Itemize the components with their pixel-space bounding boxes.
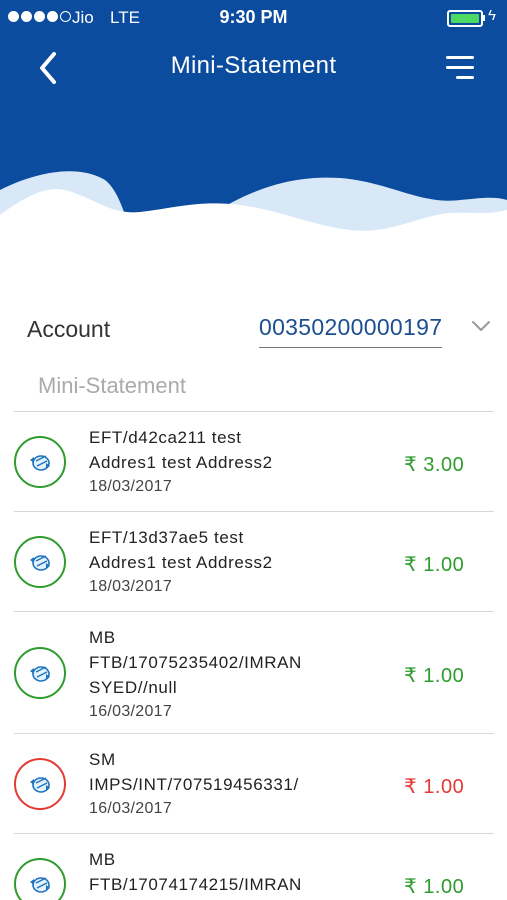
credit-money-icon: [14, 536, 66, 588]
transaction-amount: ₹ 1.00: [404, 665, 465, 687]
credit-money-icon: [14, 647, 66, 699]
debit-money-icon: [14, 758, 66, 810]
transaction-description: MB FTB/17074174215/IMRAN: [89, 850, 302, 894]
transaction-description: SM IMPS/INT/707519456331/: [89, 750, 299, 794]
transaction-description: EFT/13d37ae5 test Addres1 test Address2: [89, 528, 273, 572]
transaction-description: MB FTB/17075235402/IMRAN SYED//null: [89, 628, 302, 697]
credit-money-icon: [14, 436, 66, 488]
transaction-row[interactable]: SM IMPS/INT/707519456331/16/03/2017 ₹ 1.0…: [14, 733, 494, 833]
app-header: Jio LTE 9:30 PM ϟ Mini-Statement: [0, 0, 507, 270]
transaction-date: 16/03/2017: [89, 800, 173, 817]
hamburger-menu-icon: [446, 56, 474, 59]
charging-bolt-icon: ϟ: [488, 7, 496, 24]
transaction-amount: ₹ 1.00: [404, 554, 465, 576]
transaction-date: 16/03/2017: [89, 703, 173, 720]
section-title: Mini-Statement: [38, 373, 186, 398]
transaction-row[interactable]: EFT/d42ca211 test Addres1 test Address2 1…: [14, 411, 494, 511]
transaction-row[interactable]: MB FTB/17075235402/IMRAN SYED//null 16/03…: [14, 611, 494, 733]
header-wave-decoration: [0, 171, 507, 270]
battery-tip: [483, 15, 485, 21]
credit-money-icon: [14, 858, 66, 900]
transaction-list[interactable]: EFT/d42ca211 test Addres1 test Address2 1…: [14, 411, 494, 900]
transaction-row[interactable]: MB FTB/17074174215/IMRAN ₹ 1.00: [14, 833, 494, 900]
transaction-date: 18/03/2017: [89, 578, 173, 595]
transaction-amount: ₹ 1.00: [404, 876, 465, 898]
transaction-amount: ₹ 3.00: [404, 454, 465, 476]
account-label: Account: [27, 316, 111, 342]
transaction-date: 18/03/2017: [89, 478, 173, 495]
transaction-row[interactable]: EFT/13d37ae5 test Addres1 test Address2 1…: [14, 511, 494, 611]
menu-button[interactable]: [440, 52, 480, 86]
status-bar: Jio LTE 9:30 PM ϟ: [0, 0, 507, 36]
account-selector[interactable]: 00350200000197: [259, 314, 442, 348]
account-number: 00350200000197: [259, 314, 443, 340]
page-title: Mini-Statement: [170, 52, 337, 79]
chevron-down-icon[interactable]: [470, 318, 492, 334]
transaction-description: EFT/d42ca211 test Addres1 test Address2: [89, 428, 273, 472]
status-time: 9:30 PM: [219, 7, 288, 27]
battery-icon: [447, 10, 483, 27]
transaction-amount: ₹ 1.00: [404, 776, 465, 798]
